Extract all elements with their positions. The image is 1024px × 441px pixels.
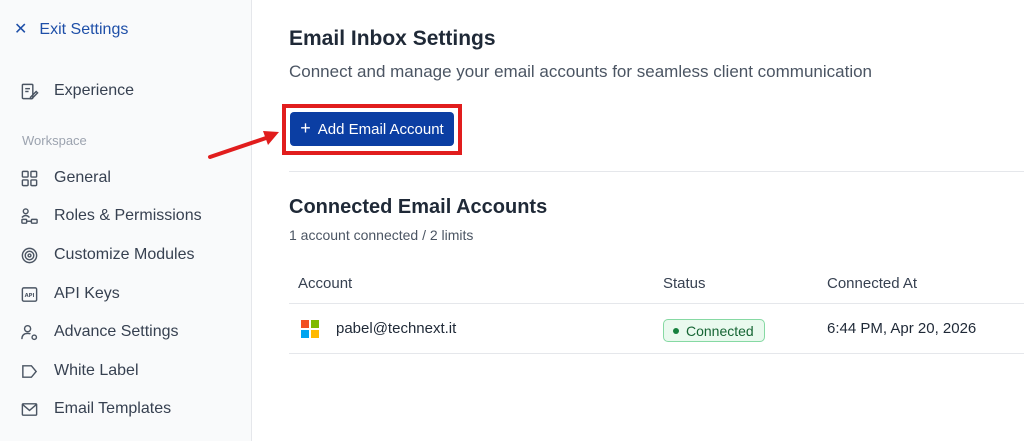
exit-settings-link[interactable]: ✕ Exit Settings [14, 18, 128, 42]
sidebar-item-label: API Keys [54, 285, 120, 302]
api-icon: API [21, 286, 38, 302]
users-hierarchy-icon [21, 207, 38, 224]
sidebar-item-email-templates[interactable]: Email Templates [20, 397, 171, 421]
status-badge: Connected [663, 319, 765, 342]
sidebar-item-api-keys[interactable]: API API Keys [20, 282, 120, 306]
status-label: Connected [686, 322, 754, 339]
sidebar-item-experience[interactable]: Experience [20, 79, 134, 103]
grid-icon [21, 170, 38, 186]
settings-sidebar: ✕ Exit Settings Experience Workspace Gen… [0, 0, 252, 441]
sidebar-item-label: Experience [54, 82, 135, 99]
column-header-connected-at: Connected At [827, 275, 918, 292]
user-gear-icon [21, 324, 38, 340]
exit-settings-label: Exit Settings [39, 21, 129, 38]
section-divider [289, 171, 1024, 172]
target-icon [21, 247, 38, 263]
status-dot-icon [673, 327, 679, 334]
table-header-row: Account Status Connected At [289, 262, 1024, 304]
main-content: Email Inbox Settings Connect and manage … [252, 0, 1024, 441]
connected-accounts-title: Connected Email Accounts [289, 196, 548, 218]
sidebar-item-advance-settings[interactable]: Advance Settings [20, 320, 179, 344]
sidebar-item-label: General [54, 169, 111, 186]
mail-icon [21, 402, 38, 416]
sidebar-item-label: Roles & Permissions [54, 207, 202, 224]
microsoft-icon [301, 320, 319, 338]
column-header-status: Status [663, 275, 706, 292]
column-header-account: Account [298, 275, 353, 292]
close-icon: ✕ [14, 21, 28, 38]
sidebar-item-label: Email Templates [54, 400, 172, 417]
add-email-account-button[interactable]: + Add Email Account [290, 112, 454, 146]
table-row[interactable]: pabel@technext.it Connected 6:44 PM, Apr… [289, 304, 1024, 354]
edit-document-icon [21, 83, 39, 99]
sidebar-item-label: White Label [54, 362, 139, 379]
connected-at-value: 6:44 PM, Apr 20, 2026 [827, 320, 977, 337]
sidebar-item-general[interactable]: General [20, 166, 111, 190]
page-title: Email Inbox Settings [289, 27, 496, 50]
email-accounts-table: Account Status Connected At pabel@techne… [289, 262, 1024, 354]
sidebar-item-white-label[interactable]: White Label [20, 359, 139, 383]
sidebar-item-customize-modules[interactable]: Customize Modules [20, 243, 195, 267]
workspace-section-label: Workspace [22, 133, 87, 148]
account-email: pabel@technext.it [336, 320, 457, 337]
tag-icon [22, 364, 38, 378]
plus-icon: + [300, 118, 311, 138]
add-email-account-label: Add Email Account [317, 120, 444, 138]
sidebar-item-roles-permissions[interactable]: Roles & Permissions [20, 204, 202, 228]
svg-text:API: API [25, 292, 35, 298]
page-subtitle: Connect and manage your email accounts f… [289, 62, 873, 81]
sidebar-item-label: Customize Modules [54, 246, 195, 263]
sidebar-item-label: Advance Settings [54, 323, 179, 340]
connected-accounts-count: 1 account connected / 2 limits [289, 227, 474, 243]
